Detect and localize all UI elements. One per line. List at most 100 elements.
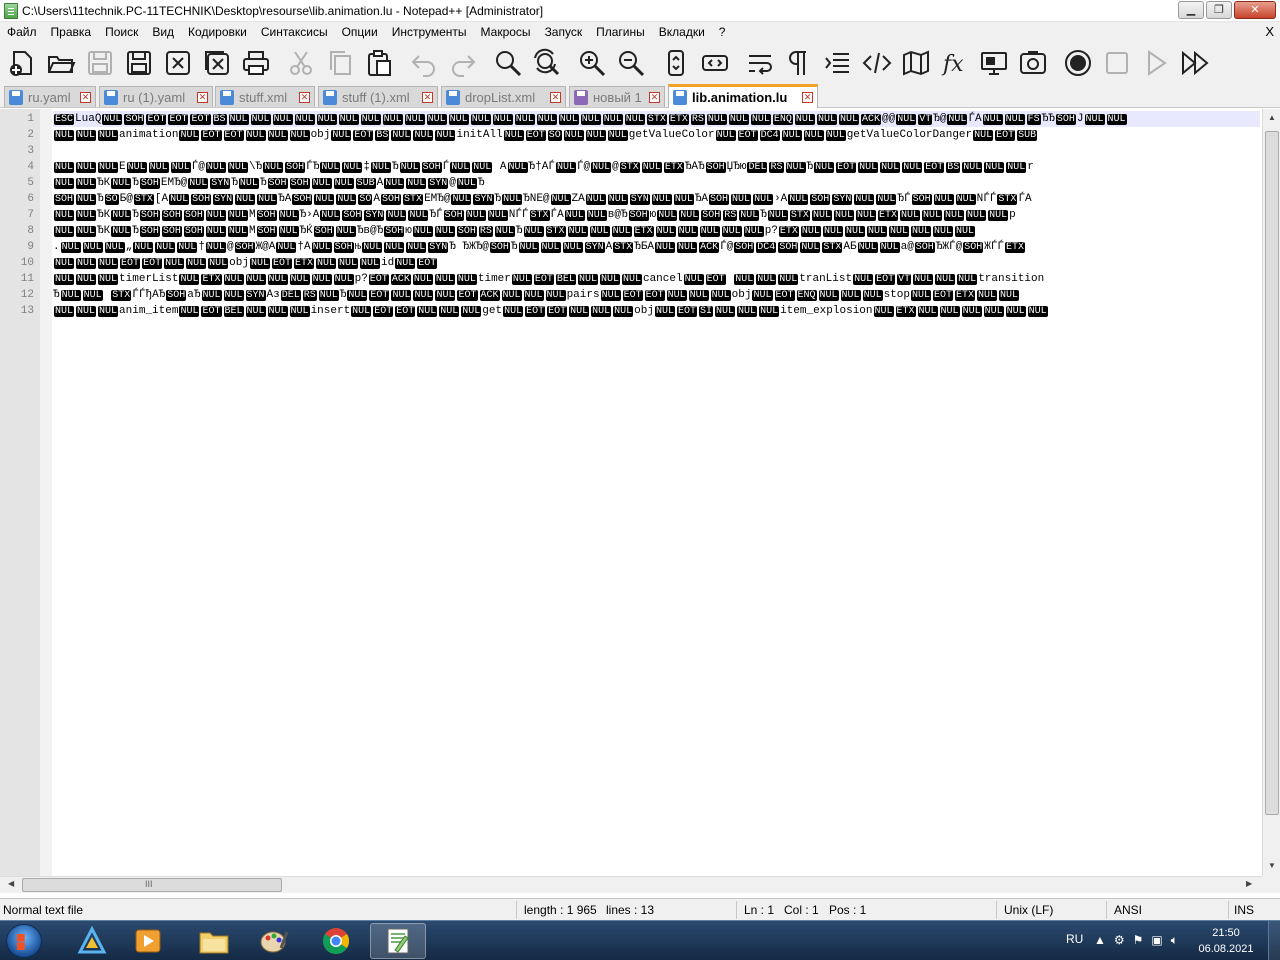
tab-stuff-1-xml[interactable]: stuff (1).xml ✕ [318,86,438,107]
tab-close-icon[interactable]: ✕ [197,91,208,103]
menu-tools[interactable]: Инструменты [385,22,474,42]
tab-close-icon[interactable]: ✕ [422,91,433,103]
code-line[interactable]: NUL NUL ЂК NUL Ђ SOH SOH SOH NUL NUL М SOH NUL Ђ›А NUL… [53,207,1260,223]
show-hidden-icons-icon[interactable]: ▲ [1094,933,1106,948]
editor-area[interactable]: 1 2 3 4 5 6 7 8 9 10 11 12 13 ESC LuaQ NUL… [0,109,1280,876]
record-macro-icon[interactable] [1060,45,1096,81]
scroll-down-icon[interactable]: ▼ [1268,861,1276,870]
save-icon[interactable] [82,45,118,81]
steam-icon[interactable]: ⚙ [1114,933,1125,948]
notepadpp-icon[interactable] [370,923,426,959]
status-eol[interactable]: Unix (LF) [1004,903,1053,917]
function-list-icon[interactable]: fx [937,45,973,81]
vertical-scrollbar[interactable]: ▲ ▼ [1262,109,1280,876]
chrome-icon[interactable] [308,923,364,959]
new-file-icon[interactable] [4,45,40,81]
line-number-gutter[interactable]: 1 2 3 4 5 6 7 8 9 10 11 12 13 [0,109,40,876]
language-indicator[interactable]: RU [1066,932,1083,946]
scroll-up-icon[interactable]: ▲ [1268,113,1276,122]
start-button[interactable] [6,924,42,958]
code-line[interactable]: NUL NUL NUL animation NUL EOT EOT NUL NUL NUL obj N… [53,127,1260,143]
clock[interactable]: 21:50 06.08.2021 [1196,925,1256,957]
menu-macro[interactable]: Макросы [474,22,538,42]
action-center-icon[interactable]: ⚑ [1133,933,1144,948]
indent-guide-icon[interactable] [820,45,856,81]
code-line[interactable]: NUL NUL NUL E NUL NUL NUL Ѓ@ NUL NUL \Ђ NUL SOH ЃЂ NUL… [53,159,1260,175]
code-line[interactable] [53,143,1260,159]
find-icon[interactable] [490,45,526,81]
redo-icon[interactable] [445,45,481,81]
scroll-right-icon[interactable]: ▶ [1246,879,1252,888]
restore-button[interactable]: ❐ [1206,1,1232,19]
horizontal-scroll-thumb[interactable]: III [22,878,282,892]
tab-droplist-xml[interactable]: dropList.xml ✕ [441,86,566,107]
sync-vertical-icon[interactable] [658,45,694,81]
tab-lib-animation-lu[interactable]: lib.animation.lu ✕ [668,84,818,108]
show-all-chars-icon[interactable] [781,45,817,81]
code-line[interactable]: . NUL NUL NUL „ NUL NUL NUL † NUL @ SOH Ж@А NUL †А NUL S… [53,239,1260,255]
menu-language[interactable]: Синтаксисы [254,22,335,42]
menu-plugins[interactable]: Плагины [589,22,652,42]
document-map-icon[interactable] [898,45,934,81]
close-icon[interactable] [160,45,196,81]
menu-settings[interactable]: Опции [335,22,385,42]
network-icon[interactable]: ▣ [1151,933,1162,948]
tab-close-icon[interactable]: ✕ [649,91,660,103]
play-macro-icon[interactable] [1138,45,1174,81]
zoom-in-icon[interactable] [574,45,610,81]
run-macro-multiple-icon[interactable] [1177,45,1213,81]
tab-close-icon[interactable]: ✕ [80,91,91,103]
horizontal-scrollbar[interactable]: ◀ III ▶ [0,876,1262,893]
close-document-button[interactable]: X [1265,24,1274,39]
menu-view[interactable]: Вид [145,22,181,42]
code-line[interactable]: ESC LuaQ NUL SOH EOT EOT EOT BS NUL NUL NUL NUL NUL N… [53,111,1260,127]
tab-ru-1-yaml[interactable]: ru (1).yaml ✕ [99,86,213,107]
code-line[interactable]: NUL NUL NUL timerList NUL ETX NUL NUL NUL NUL NUL N… [53,271,1260,287]
replace-icon[interactable] [529,45,565,81]
menu-edit[interactable]: Правка [44,22,99,42]
code-line[interactable]: Ђ NUL NUL STX ЃЃђАЂ SOH аЂ NUL NUL SYN Аз DEL RS NUL… [53,287,1260,303]
code-line[interactable]: NUL NUL NUL EOT EOT NUL NUL NUL obj NUL EOT ETX NUL N… [53,255,1260,271]
copy-icon[interactable] [322,45,358,81]
stop-macro-icon[interactable] [1099,45,1135,81]
notepadpp-app-icon[interactable] [4,3,18,19]
code-line[interactable]: SOH NUL Ђ SO Б@ STX [А NUL SOH SYN NUL NUL ЂА SOH NUL N… [53,191,1260,207]
cut-icon[interactable] [283,45,319,81]
word-wrap-icon[interactable] [742,45,778,81]
menu-window[interactable]: Вкладки [652,22,712,42]
code-line[interactable]: NUL NUL ЂК NUL Ђ SOH ЕМЂ@ NUL SYN Ђ NUL Ђ SOH SOH NUL N… [53,175,1260,191]
open-file-icon[interactable] [43,45,79,81]
media-player-icon[interactable] [120,923,176,959]
volume-icon[interactable]: 🔈︎ [1171,933,1178,948]
status-insert-mode[interactable]: INS [1234,903,1254,917]
vertical-scroll-thumb[interactable] [1265,131,1279,815]
print-icon[interactable] [238,45,274,81]
xml-tag-icon[interactable] [859,45,895,81]
tab-new-1[interactable]: новый 1 ✕ [569,86,665,107]
undo-icon[interactable] [406,45,442,81]
menu-run[interactable]: Запуск [538,22,590,42]
folder-as-workspace-icon[interactable] [1015,45,1051,81]
close-window-button[interactable]: ✕ [1234,1,1276,19]
monitor-icon[interactable] [976,45,1012,81]
tab-close-icon[interactable]: ✕ [299,91,310,103]
file-explorer-icon[interactable] [186,923,242,959]
paint-icon[interactable] [246,923,302,959]
tab-close-icon[interactable]: ✕ [550,91,561,103]
minimize-button[interactable]: ▁ [1178,1,1204,19]
menu-file[interactable]: Файл [0,22,44,42]
status-encoding[interactable]: ANSI [1114,903,1142,917]
paste-icon[interactable] [361,45,397,81]
show-desktop-button[interactable] [1268,921,1280,960]
save-all-icon[interactable] [121,45,157,81]
tab-ru-yaml[interactable]: ru.yaml ✕ [4,86,96,107]
scroll-left-icon[interactable]: ◀ [8,879,14,888]
aimp-icon[interactable] [64,923,120,959]
zoom-out-icon[interactable] [613,45,649,81]
menu-search[interactable]: Поиск [98,22,145,42]
code-line[interactable]: NUL NUL ЂК NUL Ђ SOH SOH SOH NUL NUL М SOH NUL ЂЌ SOH N… [53,223,1260,239]
close-all-icon[interactable] [199,45,235,81]
code-line[interactable]: NUL NUL NUL anim_item NUL EOT BEL NUL NUL NUL inse… [53,303,1260,319]
tab-close-icon[interactable]: ✕ [802,92,813,103]
sync-horizontal-icon[interactable] [697,45,733,81]
